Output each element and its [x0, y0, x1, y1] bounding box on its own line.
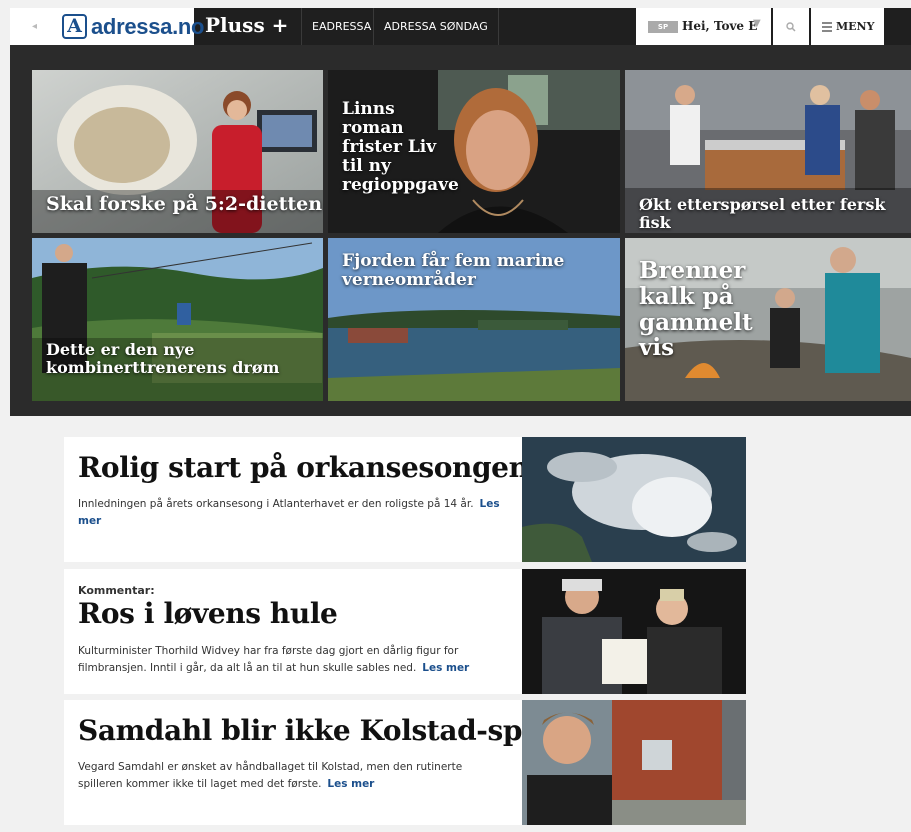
article-teaser: Vegard Samdahl er ønsket av håndballaget… — [78, 759, 508, 793]
subscription-badge: SP — [648, 21, 678, 33]
article-image[interactable] — [522, 437, 746, 562]
back-arrow-icon[interactable]: ◂ — [32, 21, 37, 32]
read-more-link[interactable]: Les mer — [327, 778, 374, 790]
article-headline[interactable]: Rolig start på orkansesongen — [78, 451, 529, 484]
menu-label: MENY — [836, 20, 875, 33]
user-menu[interactable]: SP Hei, Tove E ▼ — [636, 8, 771, 45]
player-photo — [522, 700, 746, 825]
teaser-text: Kulturminister Thorhild Widvey har fra f… — [78, 645, 459, 674]
article-card[interactable]: Rolig start på orkansesongen Innledninge… — [64, 437, 746, 562]
teaser-text: Innledningen på årets orkansesong i Atla… — [78, 498, 474, 510]
read-more-link[interactable]: Les mer — [422, 662, 469, 674]
hero-tile-1[interactable]: Skal forske på 5:2-dietten — [32, 70, 323, 233]
nav-link-adressa-sondag[interactable]: ADRESSA SØNDAG — [373, 8, 499, 45]
hero-tile-2[interactable]: Linns roman frister Liv til ny regioppga… — [328, 70, 620, 233]
hero-title[interactable]: Skal forske på 5:2-dietten — [46, 193, 322, 215]
search-icon — [786, 22, 796, 32]
hero-tile-6[interactable]: Brenner kalk på gammelt vis — [625, 238, 911, 401]
article-teaser: Innledningen på årets orkansesong i Atla… — [78, 496, 508, 530]
logo-area[interactable]: ◂ A adressa.no — [10, 8, 204, 45]
top-navigation: ◂ A adressa.no Pluss + EADRESSA ADRESSA … — [10, 8, 911, 45]
hero-tile-4[interactable]: Dette er den nye kombinerttrenerens drøm — [32, 238, 323, 401]
hero-title[interactable]: Fjorden får fem marine verneområder — [342, 251, 582, 290]
hero-tile-3[interactable]: Økt etterspørsel etter fersk fisk — [625, 70, 911, 233]
hero-title[interactable]: Økt etterspørsel etter fersk fisk — [639, 196, 911, 232]
ministers-photo — [522, 569, 746, 694]
hero-title[interactable]: Linns roman frister Liv til ny regioppga… — [342, 99, 459, 195]
hero-title[interactable]: Brenner kalk på gammelt vis — [639, 258, 753, 361]
hero-title[interactable]: Dette er den nye kombinerttrenerens drøm — [46, 341, 316, 377]
logo-text[interactable]: adressa.no — [91, 14, 204, 40]
nav-link-eadressa[interactable]: EADRESSA — [301, 8, 381, 45]
pluss-link[interactable]: Pluss + — [205, 13, 288, 37]
chevron-down-icon[interactable]: ▼ — [753, 18, 761, 29]
article-kicker: Kommentar: — [78, 584, 155, 597]
article-image[interactable] — [522, 569, 746, 694]
hero-tile-5[interactable]: Fjorden får fem marine verneområder — [328, 238, 620, 401]
adressa-logo-icon: A — [62, 14, 87, 39]
hamburger-icon — [822, 22, 832, 34]
article-headline[interactable]: Samdahl blir ikke Kolstad-spiller — [78, 714, 585, 747]
search-button[interactable] — [773, 8, 809, 45]
article-headline[interactable]: Ros i løvens hule — [78, 597, 338, 630]
hero-grid: Skal forske på 5:2-dietten Linns roman f… — [10, 45, 911, 416]
satellite-image — [522, 437, 746, 562]
article-teaser: Kulturminister Thorhild Widvey har fra f… — [78, 643, 508, 677]
teaser-text: Vegard Samdahl er ønsket av håndballaget… — [78, 761, 463, 790]
article-image[interactable] — [522, 700, 746, 825]
article-card[interactable]: Kommentar: Ros i løvens hule Kulturminis… — [64, 569, 746, 694]
menu-button[interactable]: MENY — [811, 8, 884, 45]
article-card[interactable]: Samdahl blir ikke Kolstad-spiller Vegard… — [64, 700, 746, 825]
user-greeting[interactable]: Hei, Tove E — [682, 19, 757, 33]
